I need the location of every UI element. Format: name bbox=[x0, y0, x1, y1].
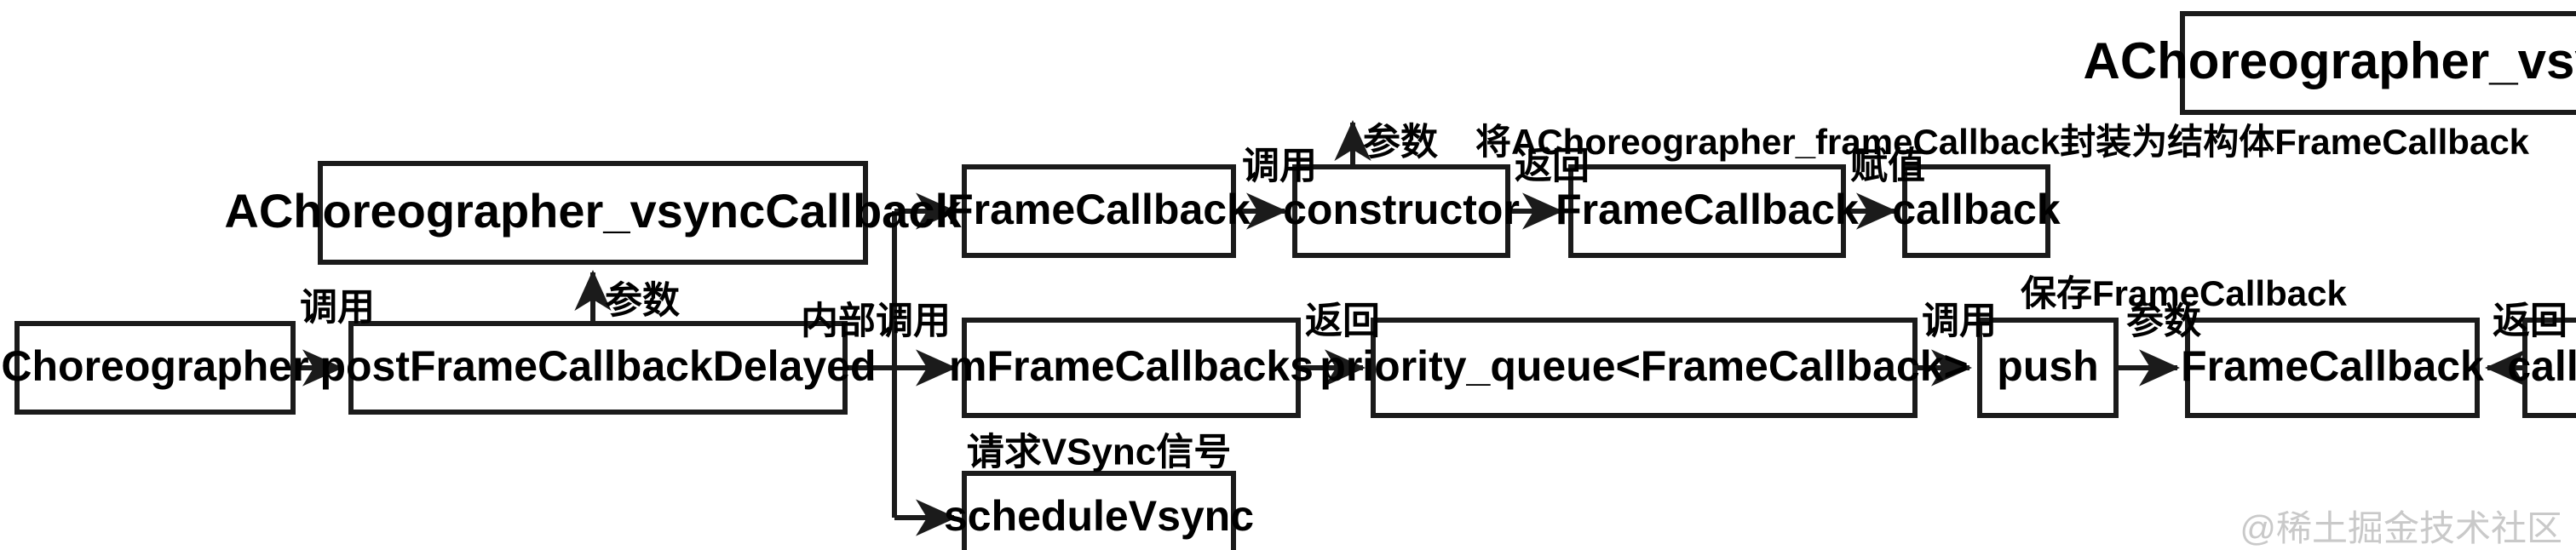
edge-label-branch-to-schedulevsync: 请求VSync信号 bbox=[967, 432, 1232, 473]
edge-label-post-to-branch: 内部调用 bbox=[801, 301, 951, 342]
edge-label-queue-to-push: 调用 bbox=[1922, 301, 1997, 342]
node-frame-callback-b[interactable]: FrameCallback bbox=[1555, 164, 1859, 258]
node-label: push bbox=[1997, 342, 2098, 390]
node-achoreographer-vsync-left[interactable]: AChoreographer_vsyncCallback bbox=[224, 161, 962, 265]
edge-label-choreographer-to-post: 调用 bbox=[300, 287, 375, 329]
edge-note-save-framecallback: 保存FrameCallback bbox=[2021, 273, 2347, 313]
node-label: callback bbox=[1892, 186, 2061, 233]
node-label: callback bbox=[2507, 342, 2576, 390]
flow-diagram: AChoreographer_vsyncCallback AChoreograp… bbox=[1, 11, 2576, 550]
edge-label-framecallback-to-constructor: 调用 bbox=[1242, 146, 1317, 187]
node-push[interactable]: push bbox=[1977, 318, 2119, 418]
node-label: AChoreographer_vsyncCallback bbox=[224, 184, 962, 238]
edge-label-mframecallbacks-to-queue: 返回 bbox=[1305, 301, 1380, 342]
node-constructor[interactable]: constructor bbox=[1283, 164, 1520, 258]
node-achoreographer-vsync-top[interactable]: AChoreographer_vsyncCallback bbox=[2083, 11, 2576, 115]
node-frame-callback-c[interactable]: FrameCallback bbox=[2181, 318, 2484, 418]
node-m-frame-callbacks[interactable]: mFrameCallbacks bbox=[949, 318, 1314, 418]
node-label: FrameCallback bbox=[947, 186, 1251, 233]
node-frame-callback-a[interactable]: FrameCallback bbox=[947, 164, 1251, 258]
node-label: AChoreographer_vsyncCallback bbox=[2083, 32, 2576, 89]
node-choreographer[interactable]: Choreographer bbox=[1, 321, 309, 415]
node-priority-queue[interactable]: priority_queue<FrameCallback> bbox=[1320, 318, 1969, 418]
edge-label-post-to-vsync-left: 参数 bbox=[605, 280, 680, 322]
node-label: scheduleVsync bbox=[944, 492, 1254, 540]
edge-label-callback-to-framecallback: 返回 bbox=[2493, 301, 2567, 342]
diagram-canvas: AChoreographer_vsyncCallback AChoreograp… bbox=[0, 0, 2576, 550]
watermark: @稀土掘金技术社区 bbox=[2240, 508, 2562, 548]
node-label: constructor bbox=[1283, 186, 1520, 233]
node-label: FrameCallback bbox=[1555, 186, 1859, 233]
node-schedule-vsync[interactable]: scheduleVsync bbox=[944, 471, 1254, 550]
node-post-frame-callback-delayed[interactable]: postFrameCallbackDelayed bbox=[319, 321, 877, 415]
node-label: priority_queue<FrameCallback> bbox=[1320, 342, 1968, 390]
node-label: Choreographer bbox=[1, 342, 308, 390]
node-label: mFrameCallbacks bbox=[949, 342, 1314, 390]
node-label: FrameCallback bbox=[2181, 342, 2484, 390]
edge-label-constructor-to-vsync-top: 参数 bbox=[1363, 122, 1438, 163]
node-label: postFrameCallbackDelayed bbox=[319, 342, 876, 390]
edge-note-wrap-framecallback: 将AChoreographer_frameCallback封装为结构体Frame… bbox=[1475, 122, 2530, 162]
